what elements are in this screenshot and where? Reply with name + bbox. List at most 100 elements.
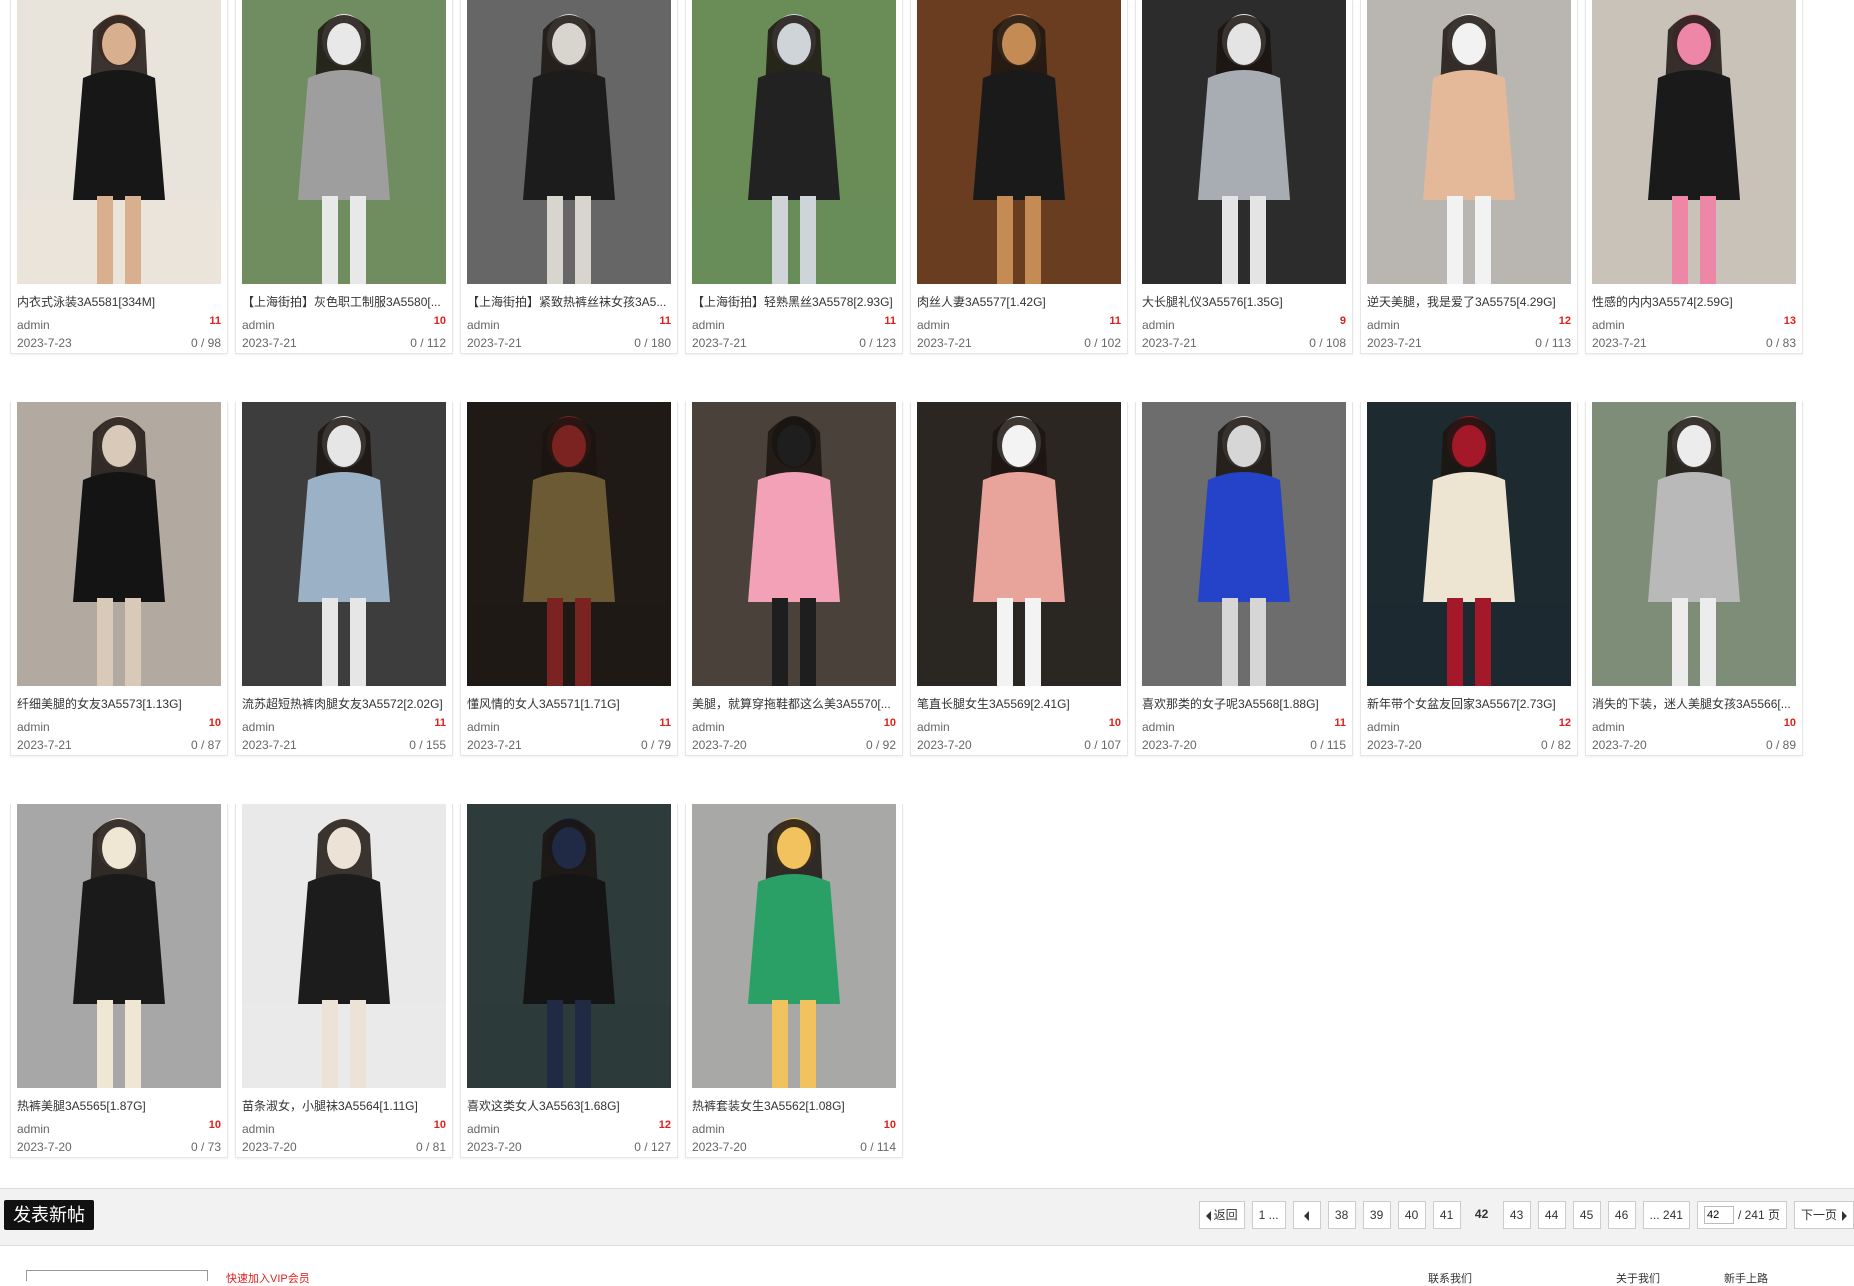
thread-card[interactable]: 热裤美腿3A5565[1.87G] admin 10 2023-7-20 0 / 73 <box>10 804 228 1158</box>
thread-card[interactable]: 笔直长腿女生3A5569[2.41G] admin 10 2023-7-20 0 / 1… <box>910 402 1128 756</box>
thread-card[interactable]: 新年带个女盆友回家3A5567[2.73G] admin 12 2023-7-20 0 … <box>1360 402 1578 756</box>
thread-title[interactable]: 新年带个女盆友回家3A5567[2.73G] <box>1367 695 1571 712</box>
thread-thumbnail[interactable] <box>467 804 671 1088</box>
thread-thumbnail[interactable] <box>692 0 896 284</box>
thread-thumbnail[interactable] <box>17 804 221 1088</box>
pagination-page[interactable]: 45 <box>1572 1201 1601 1229</box>
thread-author[interactable]: admin <box>1592 318 1625 332</box>
thread-thumbnail[interactable] <box>917 0 1121 284</box>
thread-card[interactable]: 喜欢那类的女子呢3A5568[1.88G] admin 11 2023-7-20 0 /… <box>1135 402 1353 756</box>
thread-author[interactable]: admin <box>917 318 950 332</box>
reply-count: 12 <box>658 1119 671 1131</box>
thread-author[interactable]: admin <box>1592 720 1625 734</box>
thread-card[interactable]: 【上海街拍】轻熟黑丝3A5578[2.93G] admin 11 2023-7-21 0… <box>685 0 903 354</box>
thread-card[interactable]: 喜欢这类女人3A5563[1.68G] admin 12 2023-7-20 0 / 1… <box>460 804 678 1158</box>
thread-title[interactable]: 【上海街拍】紧致热裤丝袜女孩3A5... <box>467 293 671 310</box>
thread-author[interactable]: admin <box>17 318 50 332</box>
thread-card[interactable]: 苗条淑女，小腿袜3A5564[1.11G] admin 10 2023-7-20 0 /… <box>235 804 453 1158</box>
thread-thumbnail[interactable] <box>242 0 446 284</box>
thread-card[interactable]: 【上海街拍】灰色职工制服3A5580[... admin 10 2023-7-21 0 … <box>235 0 453 354</box>
thread-title[interactable]: 【上海街拍】灰色职工制服3A5580[... <box>242 293 446 310</box>
thread-title[interactable]: 内衣式泳装3A5581[334M] <box>17 293 221 310</box>
thread-thumbnail[interactable] <box>692 402 896 686</box>
thread-title[interactable]: 懂风情的女人3A5571[1.71G] <box>467 695 671 712</box>
thread-title[interactable]: 热裤美腿3A5565[1.87G] <box>17 1097 221 1114</box>
thread-card[interactable]: 性感的内内3A5574[2.59G] admin 13 2023-7-21 0 / 83 <box>1585 0 1803 354</box>
thread-title[interactable]: 性感的内内3A5574[2.59G] <box>1592 293 1796 310</box>
thread-thumbnail[interactable] <box>1142 402 1346 686</box>
thread-author[interactable]: admin <box>1142 318 1175 332</box>
thread-thumbnail[interactable] <box>17 0 221 284</box>
thread-thumbnail[interactable] <box>1367 402 1571 686</box>
pagination-first-page[interactable]: 1 ... <box>1251 1201 1286 1229</box>
thread-title[interactable]: 【上海街拍】轻熟黑丝3A5578[2.93G] <box>692 293 896 310</box>
thread-author[interactable]: admin <box>1142 720 1175 734</box>
pagination-prev-button[interactable] <box>1292 1201 1321 1229</box>
thread-title[interactable]: 流苏超短热裤肉腿女友3A5572[2.02G] <box>242 695 446 712</box>
thread-title[interactable]: 喜欢这类女人3A5563[1.68G] <box>467 1097 671 1114</box>
thread-thumbnail[interactable] <box>467 402 671 686</box>
thread-thumbnail[interactable] <box>17 402 221 686</box>
thread-author[interactable]: admin <box>467 720 500 734</box>
thread-author[interactable]: admin <box>242 1122 275 1136</box>
thread-card[interactable]: 懂风情的女人3A5571[1.71G] admin 11 2023-7-21 0 / 7… <box>460 402 678 756</box>
thread-title[interactable]: 大长腿礼仪3A5576[1.35G] <box>1142 293 1346 310</box>
thread-title[interactable]: 苗条淑女，小腿袜3A5564[1.11G] <box>242 1097 446 1114</box>
pagination-next-button[interactable]: 下一页 <box>1793 1201 1854 1229</box>
thread-thumbnail[interactable] <box>692 804 896 1088</box>
pagination-page[interactable]: 38 <box>1327 1201 1356 1229</box>
thread-card[interactable]: 肉丝人妻3A5577[1.42G] admin 11 2023-7-21 0 / 102 <box>910 0 1128 354</box>
footer-about-link[interactable]: 关于我们 <box>1616 1270 1660 1286</box>
thread-card[interactable]: 流苏超短热裤肉腿女友3A5572[2.02G] admin 11 2023-7-21 0… <box>235 402 453 756</box>
thread-title[interactable]: 美腿，就算穿拖鞋都这么美3A5570[... <box>692 695 896 712</box>
pagination-page[interactable]: 40 <box>1397 1201 1426 1229</box>
pagination-back-button[interactable]: 返回 <box>1198 1201 1245 1229</box>
thread-author[interactable]: admin <box>692 720 725 734</box>
thread-title[interactable]: 喜欢那类的女子呢3A5568[1.88G] <box>1142 695 1346 712</box>
new-post-button[interactable]: 发表新帖 <box>4 1200 94 1230</box>
thread-title[interactable]: 笔直长腿女生3A5569[2.41G] <box>917 695 1121 712</box>
thread-thumbnail[interactable] <box>917 402 1121 686</box>
thread-thumbnail[interactable] <box>1142 0 1346 284</box>
thread-title[interactable]: 消失的下装，迷人美腿女孩3A5566[... <box>1592 695 1796 712</box>
thread-author[interactable]: admin <box>242 318 275 332</box>
page-jump-input[interactable] <box>1703 1206 1734 1224</box>
thread-title[interactable]: 肉丝人妻3A5577[1.42G] <box>917 293 1121 310</box>
thread-author[interactable]: admin <box>917 720 950 734</box>
pagination-page[interactable]: 41 <box>1432 1201 1461 1229</box>
thread-card[interactable]: 逆天美腿，我是爱了3A5575[4.29G] admin 12 2023-7-21 0 … <box>1360 0 1578 354</box>
thread-card[interactable]: 纤细美腿的女友3A5573[1.13G] admin 10 2023-7-21 0 / … <box>10 402 228 756</box>
thread-card[interactable]: 消失的下装，迷人美腿女孩3A5566[... admin 10 2023-7-20 0 … <box>1585 402 1803 756</box>
thread-title[interactable]: 热裤套装女生3A5562[1.08G] <box>692 1097 896 1114</box>
thread-author[interactable]: admin <box>17 720 50 734</box>
thread-thumbnail[interactable] <box>242 804 446 1088</box>
thread-thumbnail[interactable] <box>1367 0 1571 284</box>
thread-card[interactable]: 大长腿礼仪3A5576[1.35G] admin 9 2023-7-21 0 / 108 <box>1135 0 1353 354</box>
pagination-page[interactable]: 39 <box>1362 1201 1391 1229</box>
pagination-last-page[interactable]: ... 241 <box>1642 1201 1690 1229</box>
thread-author[interactable]: admin <box>1367 318 1400 332</box>
footer-newbie-link[interactable]: 新手上路 <box>1724 1270 1768 1286</box>
thread-author[interactable]: admin <box>692 1122 725 1136</box>
thread-author[interactable]: admin <box>692 318 725 332</box>
thread-card[interactable]: 内衣式泳装3A5581[334M] admin 11 2023-7-23 0 / 98 <box>10 0 228 354</box>
thread-author[interactable]: admin <box>242 720 275 734</box>
thread-author[interactable]: admin <box>467 1122 500 1136</box>
pagination-page[interactable]: 46 <box>1607 1201 1636 1229</box>
thread-title[interactable]: 逆天美腿，我是爱了3A5575[4.29G] <box>1367 293 1571 310</box>
thread-thumbnail[interactable] <box>1592 0 1796 284</box>
thread-author[interactable]: admin <box>1367 720 1400 734</box>
pagination-page[interactable]: 43 <box>1502 1201 1531 1229</box>
thread-card[interactable]: 热裤套装女生3A5562[1.08G] admin 10 2023-7-20 0 / 1… <box>685 804 903 1158</box>
footer-contact-link[interactable]: 联系我们 <box>1428 1270 1472 1286</box>
thread-card[interactable]: 美腿，就算穿拖鞋都这么美3A5570[... admin 10 2023-7-20 0 … <box>685 402 903 756</box>
thread-author[interactable]: admin <box>17 1122 50 1136</box>
thread-author[interactable]: admin <box>467 318 500 332</box>
thread-thumbnail[interactable] <box>242 402 446 686</box>
thread-thumbnail[interactable] <box>467 0 671 284</box>
thread-title[interactable]: 纤细美腿的女友3A5573[1.13G] <box>17 695 221 712</box>
pagination-page[interactable]: 44 <box>1537 1201 1566 1229</box>
thread-card[interactable]: 【上海街拍】紧致热裤丝袜女孩3A5... admin 11 2023-7-21 0 / … <box>460 0 678 354</box>
footer-vip-link[interactable]: 快速加入VIP会员 <box>226 1270 310 1286</box>
thread-thumbnail[interactable] <box>1592 402 1796 686</box>
